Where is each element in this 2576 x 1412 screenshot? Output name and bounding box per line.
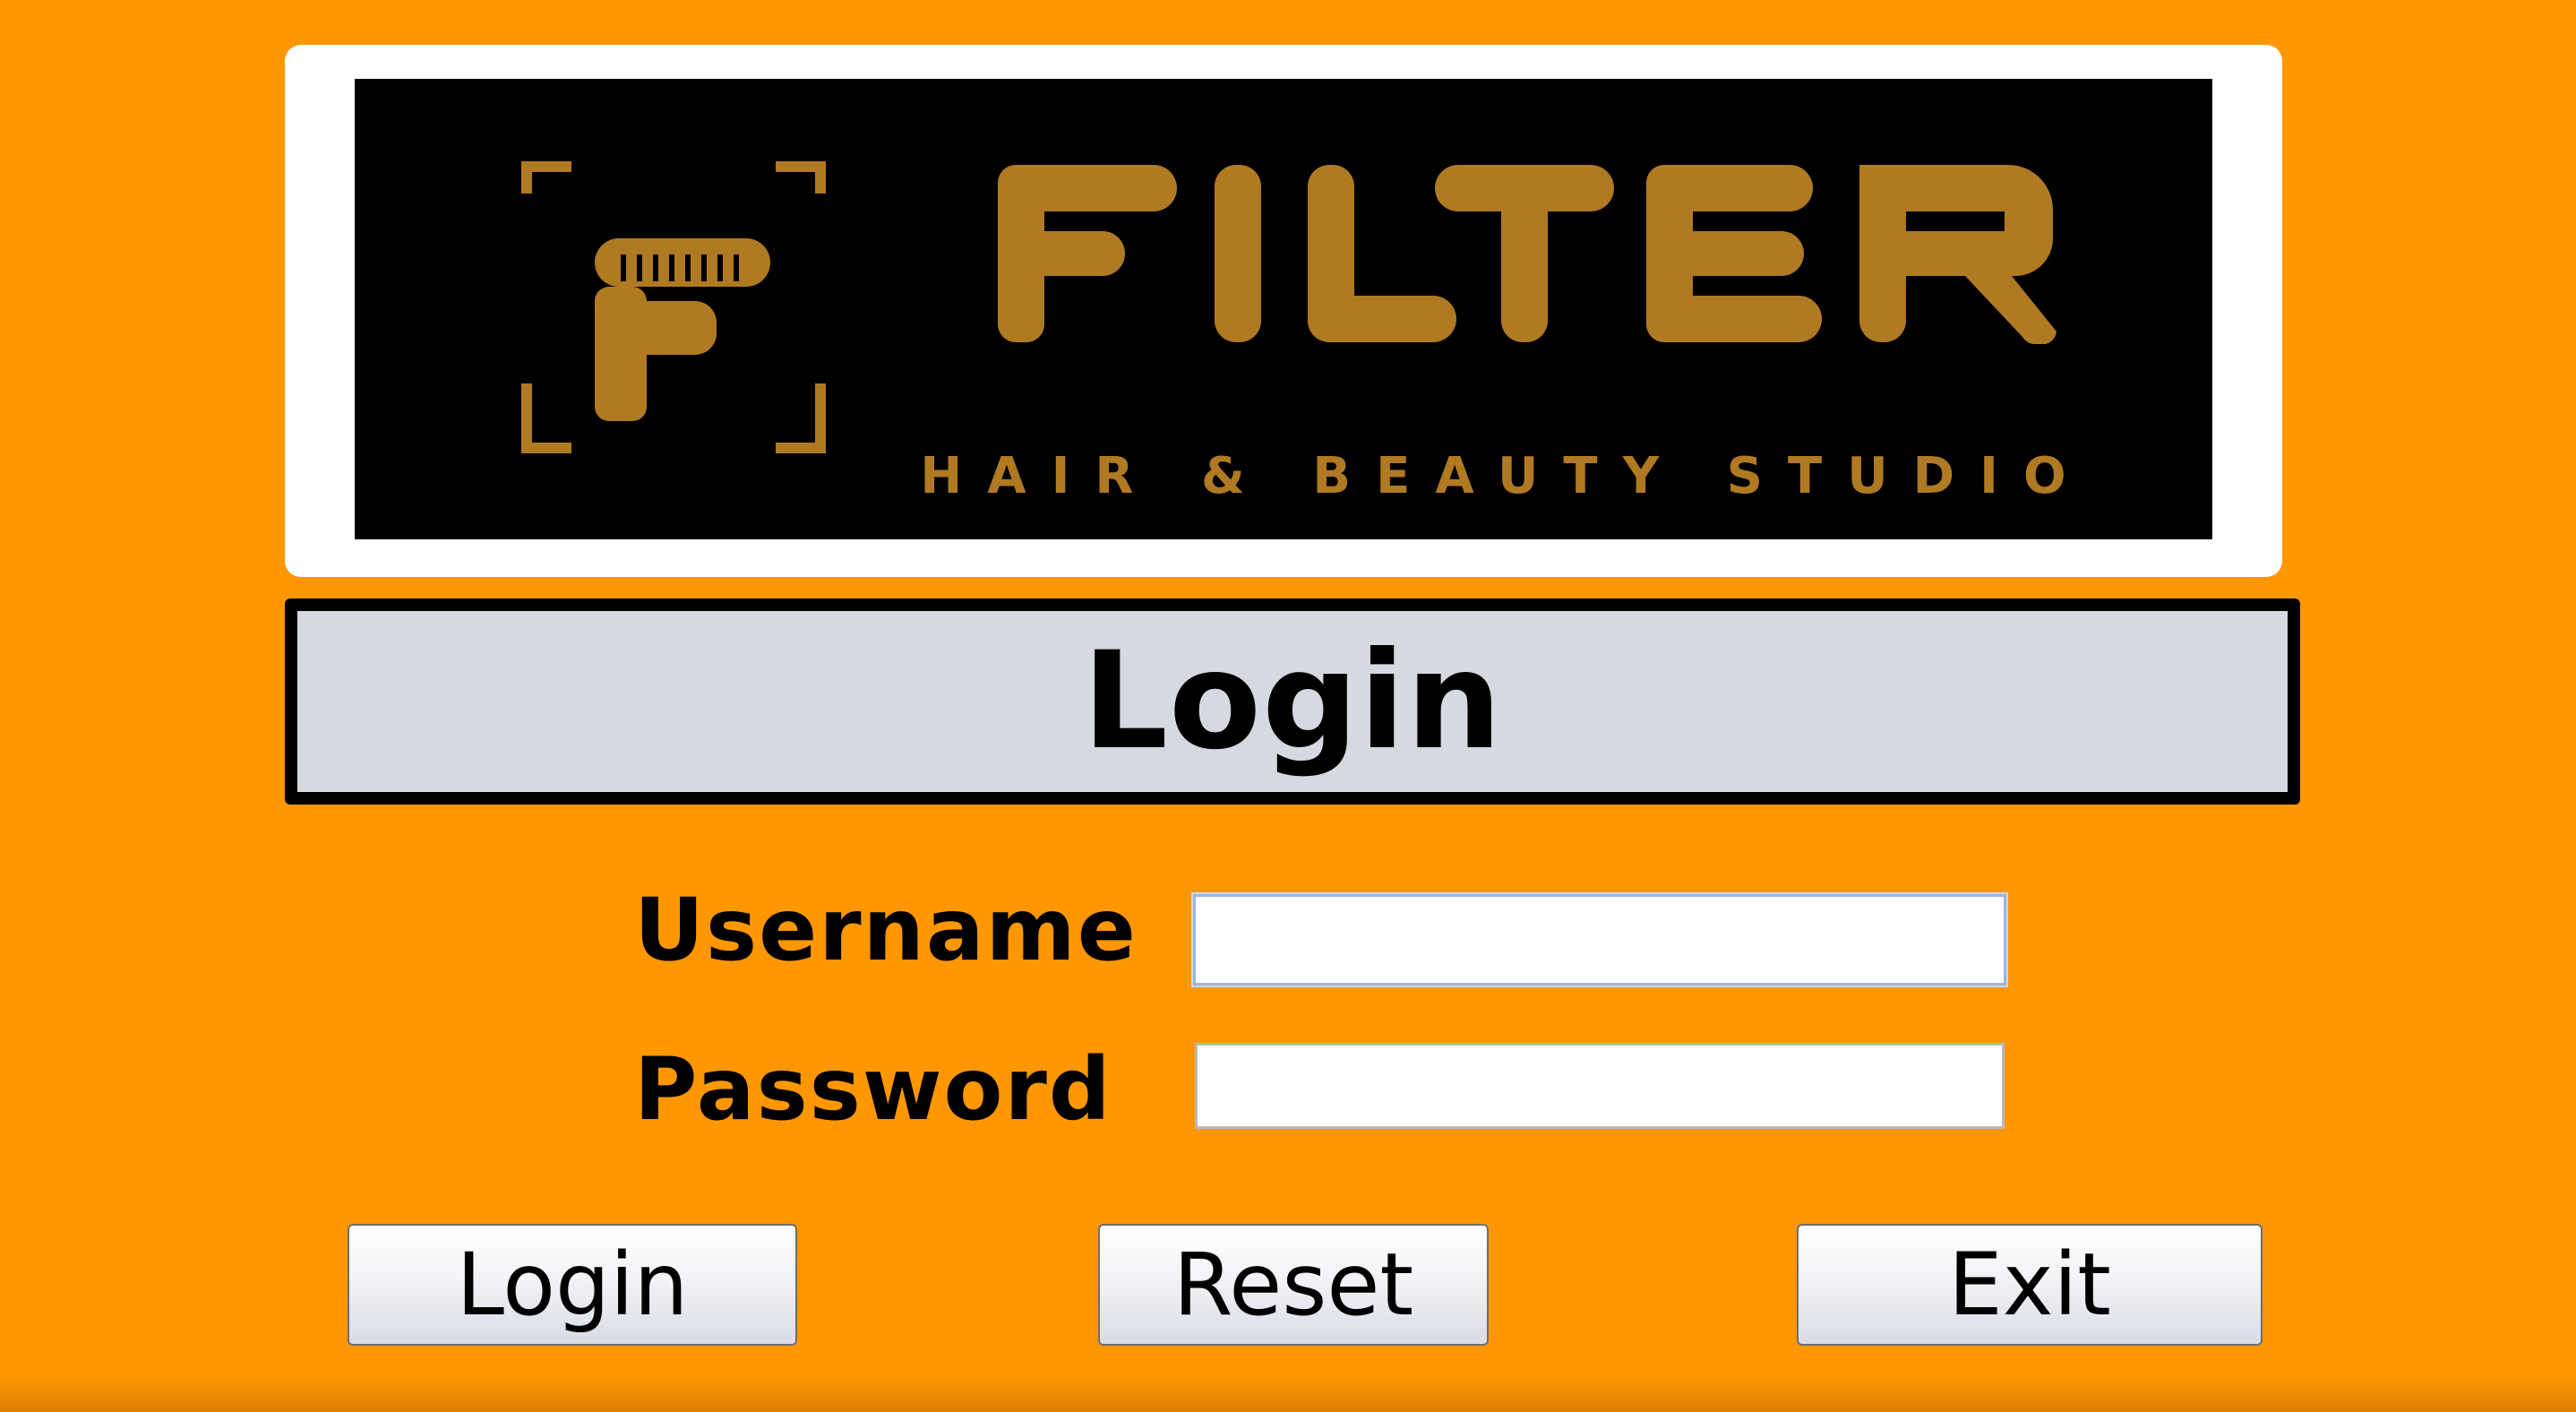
username-input[interactable] xyxy=(1193,894,2006,986)
username-label: Username xyxy=(634,880,1138,980)
password-label: Password xyxy=(634,1039,1112,1140)
exit-button[interactable]: Exit xyxy=(1797,1224,2263,1346)
brand-tagline: HAIR & BEAUTY STUDIO xyxy=(920,447,2091,505)
comb-icon xyxy=(595,238,770,287)
brand-logo: HAIR & BEAUTY STUDIO xyxy=(355,79,2212,539)
login-window: HAIR & BEAUTY STUDIO Login Username Pass… xyxy=(0,0,2576,1412)
login-button[interactable]: Login xyxy=(348,1224,797,1346)
svg-text:HAIR & BEAUTY STUDIO: HAIR & BEAUTY STUDIO xyxy=(920,447,2091,505)
page-title: Login xyxy=(1082,624,1503,779)
reset-button[interactable]: Reset xyxy=(1098,1224,1489,1346)
brand-wordmark xyxy=(998,165,2057,345)
password-input[interactable] xyxy=(1195,1043,2005,1129)
title-bar: Login xyxy=(285,598,2300,805)
brand-logo-image: HAIR & BEAUTY STUDIO xyxy=(521,161,2091,505)
f-emblem-icon xyxy=(595,287,717,421)
logo-frame: HAIR & BEAUTY STUDIO xyxy=(285,45,2282,577)
